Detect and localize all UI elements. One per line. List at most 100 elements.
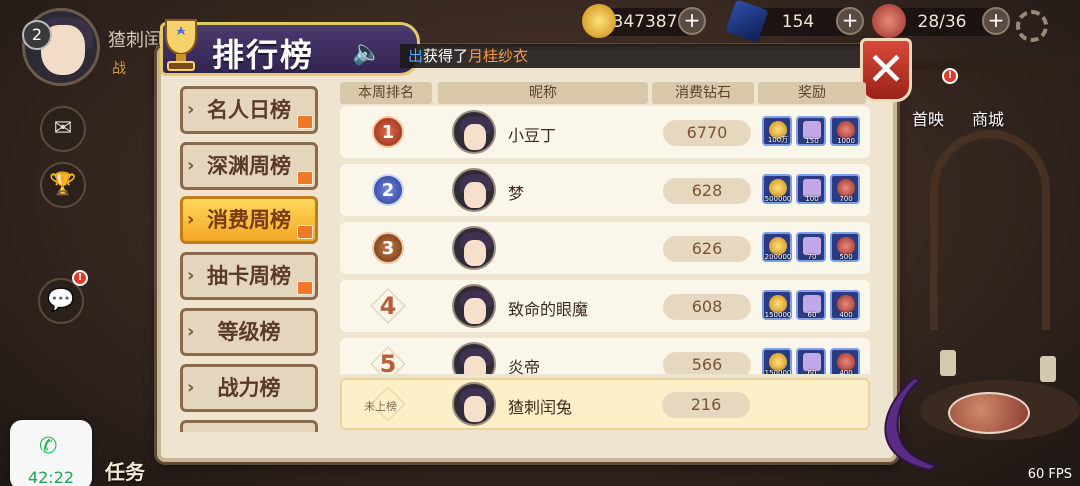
meat-stamina-icon [872, 4, 906, 38]
candle-decor [940, 350, 956, 376]
reward-qty: 700 [839, 195, 853, 203]
chevron-right-icon: › [187, 377, 195, 398]
reward-qty: 100 [805, 195, 819, 203]
blue-gem-icon [725, 0, 769, 43]
reward-item[interactable]: 100 [796, 174, 826, 204]
stamina-value: 28/36 [917, 12, 967, 32]
tab-label: 深渊周榜 [207, 154, 291, 178]
tab-level[interactable]: › 等级榜 [180, 308, 318, 356]
add-gold-button[interactable]: + [678, 7, 706, 35]
reward-qty: 500000 [764, 195, 792, 203]
reward-qty: 100万 [767, 136, 789, 144]
reward-item[interactable]: 400 [830, 348, 860, 374]
reward-qty: 150000 [764, 369, 792, 374]
gold-resource: 347387 + [582, 4, 706, 38]
background-shelf [900, 60, 1080, 70]
reward-item[interactable]: 60 [796, 290, 826, 320]
gold-value: 347387 [612, 12, 678, 32]
tab-celebrity-daily[interactable]: › 名人日榜 [180, 86, 318, 134]
gear-icon[interactable] [1016, 10, 1048, 42]
reward-item[interactable]: 700 [830, 174, 860, 204]
tab-gacha-weekly[interactable]: › 抽卡周榜 [180, 252, 318, 300]
tab-label: 战力榜 [217, 376, 281, 400]
ranking-list[interactable]: 1 小豆丁 6770 100万 150 1000 2 梦 628 500000 … [340, 106, 870, 374]
reward-item[interactable]: 500 [830, 232, 860, 262]
reward-item[interactable]: 1000 [830, 116, 860, 146]
reward-item[interactable]: 500000 [762, 174, 792, 204]
player-level-badge: 2 [22, 20, 52, 50]
trophy-icon[interactable]: 🏆 [40, 162, 86, 208]
speaker-icon: 🔈 [352, 38, 382, 66]
reward-qty: 400 [839, 311, 853, 319]
chevron-right-icon: › [187, 155, 195, 176]
reward-qty: 60 [807, 311, 817, 319]
reward-item[interactable]: 60 [796, 348, 826, 374]
candle-decor [1040, 356, 1056, 382]
reward-list: 200000 70 500 [762, 232, 862, 264]
rank-medal: 1 [372, 116, 404, 148]
player-nickname: 炎帝 [508, 358, 541, 374]
reward-qty: 70 [807, 253, 817, 261]
tab-label: 等级榜 [217, 320, 281, 344]
tab-spending-weekly[interactable]: › 消费周榜 [180, 196, 318, 244]
panel-title: 排行榜 [212, 36, 315, 74]
notification-badge: ! [72, 270, 88, 286]
diamond-cost: 566 [663, 352, 751, 374]
table-row[interactable]: 2 梦 628 500000 100 700 [340, 164, 870, 216]
header-cost: 消费钻石 [652, 82, 754, 104]
avatar[interactable] [452, 110, 496, 154]
gift-icon [297, 171, 313, 185]
avatar[interactable] [452, 342, 496, 374]
tab-power[interactable]: › 战力榜 [180, 364, 318, 412]
add-stamina-button[interactable]: + [982, 7, 1010, 35]
rank-medal: 3 [372, 232, 404, 264]
header-reward: 奖励 [758, 82, 866, 104]
task-label: 任务 [105, 460, 145, 484]
chevron-right-icon: › [187, 265, 195, 286]
avatar[interactable] [452, 382, 496, 426]
table-row[interactable]: 1 小豆丁 6770 100万 150 1000 [340, 106, 870, 158]
gold-coin-icon [582, 4, 616, 38]
reward-item[interactable]: 200000 [762, 232, 792, 262]
gift-icon [297, 225, 313, 239]
premiere-label[interactable]: 首映 [912, 106, 944, 130]
reward-item[interactable]: 150000 [762, 290, 792, 320]
tab-more[interactable] [180, 420, 318, 432]
reward-list: 100万 150 1000 [762, 116, 862, 148]
tab-label: 名人日榜 [207, 98, 291, 122]
diamond-cost: 626 [663, 236, 751, 262]
reward-item[interactable]: 100万 [762, 116, 792, 146]
avatar[interactable] [452, 168, 496, 212]
reward-item[interactable]: 70 [796, 232, 826, 262]
call-timer: 42:22 [27, 468, 75, 486]
player-nickname: 梦 [508, 184, 525, 203]
stamina-resource: 28/36 + [872, 4, 1010, 38]
gift-icon [297, 115, 313, 129]
avatar[interactable] [452, 226, 496, 270]
add-gem-button[interactable]: + [836, 7, 864, 35]
reward-item[interactable]: 150000 [762, 348, 792, 374]
header-rank: 本周排名 [340, 82, 432, 104]
player-nickname: 致命的眼魔 [508, 300, 589, 319]
diamond-cost: 608 [663, 294, 751, 320]
header-nickname: 昵称 [438, 82, 648, 104]
player-nickname: 猹刺闰兔 [508, 398, 573, 417]
rank-number: 5 [379, 350, 397, 374]
tab-abyss-weekly[interactable]: › 深渊周榜 [180, 142, 318, 190]
gem-value: 154 [781, 12, 815, 32]
reward-qty: 1000 [837, 137, 855, 145]
mail-icon[interactable]: ✉ [40, 106, 86, 152]
player-name: 猹刺闰 [108, 30, 162, 51]
reward-item[interactable]: 150 [796, 116, 826, 146]
reward-qty: 200000 [764, 253, 792, 261]
table-row[interactable]: 3 626 200000 70 500 [340, 222, 870, 274]
fps-counter: 60 FPS [1027, 467, 1072, 482]
chevron-right-icon: › [187, 99, 195, 120]
table-row[interactable]: 5 炎帝 566 150000 60 400 [340, 338, 870, 374]
table-row[interactable]: 4 致命的眼魔 608 150000 60 400 [340, 280, 870, 332]
reward-item[interactable]: 400 [830, 290, 860, 320]
task-button[interactable]: 任务 [105, 414, 159, 484]
phone-call-overlay[interactable]: ✆ 42:22 [10, 420, 92, 486]
shop-label[interactable]: 商城 [972, 106, 1004, 130]
avatar[interactable] [452, 284, 496, 328]
